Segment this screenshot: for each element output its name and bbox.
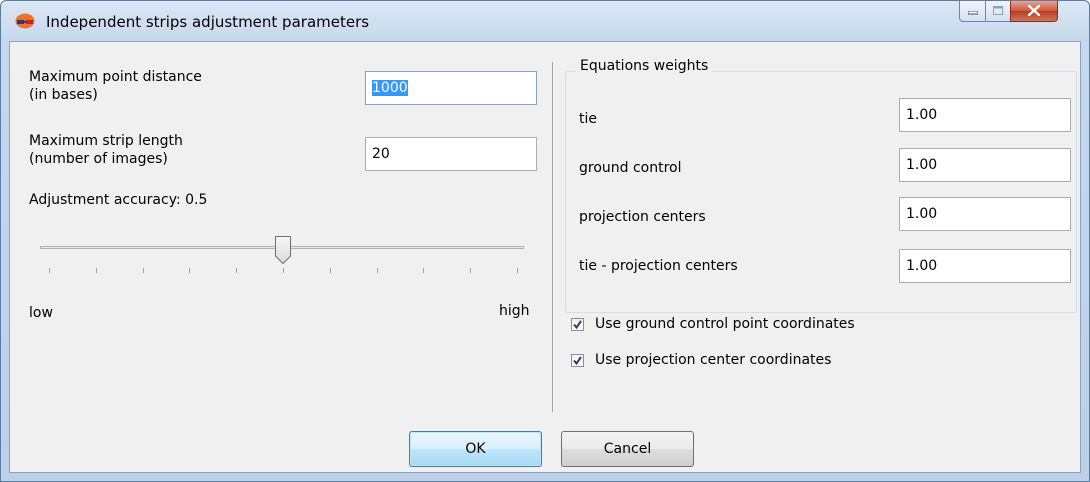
dialog-window: Independent strips adjustment parameters…: [0, 0, 1090, 482]
weight-value-tie: 1.00: [906, 107, 938, 123]
weight-label-tie-projection-centers: tie - projection centers: [579, 258, 738, 274]
close-icon: [1028, 5, 1040, 16]
max-strip-length-value: 20: [372, 146, 390, 162]
slider-tick: [329, 268, 331, 273]
weight-label-ground-control: ground control: [579, 160, 682, 176]
dialog-client-area: Maximum point distance (in bases) 1000 M…: [9, 41, 1081, 473]
window-title: Independent strips adjustment parameters: [46, 13, 370, 31]
max-point-distance-value: 1000: [372, 80, 408, 96]
use-projection-label[interactable]: Use projection center coordinates: [595, 351, 831, 370]
accuracy-label: Adjustment accuracy: 0.5: [29, 192, 208, 208]
maximize-icon: [993, 6, 1003, 15]
slider-tick: [376, 268, 378, 273]
max-strip-length-input[interactable]: 20: [365, 137, 537, 171]
use-gcp-checkbox[interactable]: [571, 318, 584, 331]
checkmark-icon: [573, 320, 582, 330]
slider-tick: [236, 268, 238, 273]
slider-tick: [142, 268, 144, 273]
weight-value-ground-control: 1.00: [906, 157, 938, 173]
accuracy-slider-thumb[interactable]: [274, 235, 292, 265]
use-gcp-label[interactable]: Use ground control point coordinates: [595, 315, 855, 334]
stereo-glasses-icon: [15, 13, 35, 29]
use-projection-checkbox[interactable]: [571, 354, 584, 367]
checkmark-icon: [573, 356, 582, 366]
ok-button[interactable]: OK: [409, 431, 542, 467]
weight-value-projection-centers: 1.00: [906, 206, 938, 222]
minimize-button[interactable]: [959, 1, 987, 22]
slider-tick: [517, 268, 518, 273]
slider-low-label: low: [29, 305, 53, 321]
weight-label-projection-centers: projection centers: [579, 209, 706, 225]
slider-tick: [189, 268, 191, 273]
title-bar[interactable]: Independent strips adjustment parameters: [1, 1, 1089, 41]
cancel-button[interactable]: Cancel: [561, 431, 694, 467]
slider-tick: [283, 268, 284, 273]
minimize-icon: [968, 11, 978, 15]
weight-label-tie: tie: [579, 111, 597, 127]
weight-value-tie-projection-centers: 1.00: [906, 258, 938, 274]
weight-input-projection-centers[interactable]: 1.00: [899, 197, 1071, 231]
weight-input-ground-control[interactable]: 1.00: [899, 148, 1071, 182]
slider-tick: [95, 268, 97, 273]
slider-tick: [470, 268, 472, 273]
slider-high-label: high: [499, 303, 530, 319]
close-button[interactable]: [1010, 1, 1058, 22]
max-point-distance-sublabel: (in bases): [29, 87, 98, 103]
slider-tick: [49, 268, 50, 273]
column-separator: [552, 62, 554, 412]
maximize-button[interactable]: [985, 1, 1012, 22]
max-point-distance-input[interactable]: 1000: [365, 71, 537, 105]
weight-input-tie-projection-centers[interactable]: 1.00: [899, 249, 1071, 283]
max-strip-length-label: Maximum strip length: [29, 133, 183, 149]
max-point-distance-label: Maximum point distance: [29, 69, 202, 85]
weight-input-tie[interactable]: 1.00: [899, 98, 1071, 132]
equations-weights-title: Equations weights: [576, 58, 713, 74]
max-strip-length-sublabel: (number of images): [29, 151, 168, 167]
slider-tick: [423, 268, 425, 273]
